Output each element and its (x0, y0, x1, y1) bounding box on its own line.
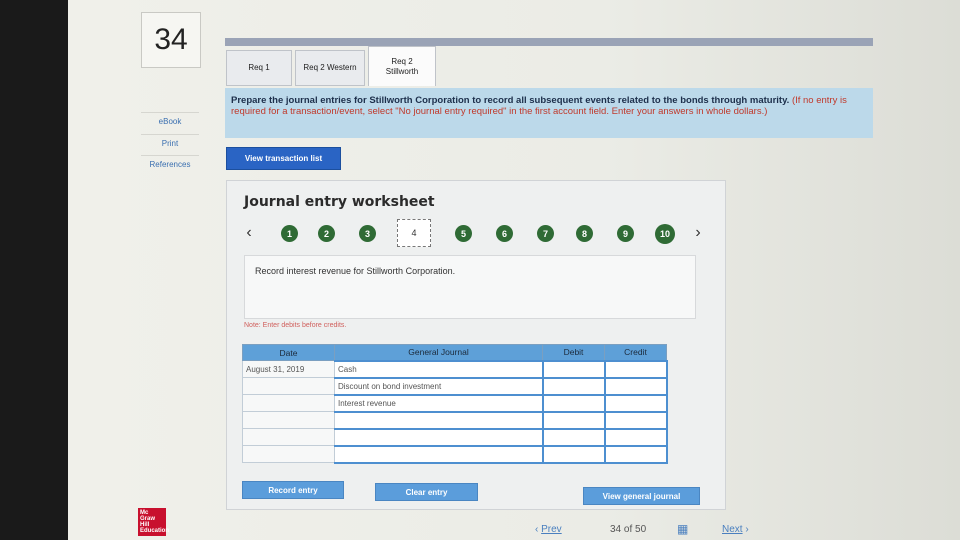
debit-field[interactable] (541, 393, 606, 413)
print-link[interactable]: Print (141, 134, 199, 152)
account-field[interactable]: Cash (334, 359, 544, 379)
col-debit: Debit (542, 344, 605, 361)
view-transaction-list-button[interactable]: View transaction list (226, 147, 341, 170)
tab-req-2-western[interactable]: Req 2 Western (295, 50, 365, 86)
record-entry-button[interactable]: Record entry (242, 481, 344, 499)
instructions-panel: Prepare the journal entries for Stillwor… (225, 88, 873, 138)
entry-note: Note: Enter debits before credits. (244, 322, 347, 329)
clear-entry-button[interactable]: Clear entry (375, 483, 478, 501)
chevron-right-icon: › (745, 524, 749, 535)
table-row: August 31, 2019 Cash (242, 359, 668, 379)
account-field[interactable] (334, 427, 544, 447)
step-4-current[interactable]: 4 (397, 219, 431, 247)
account-field[interactable] (334, 410, 544, 430)
credit-field[interactable] (603, 410, 668, 430)
transaction-description: Record interest revenue for Stillworth C… (244, 255, 696, 319)
col-date: Date (242, 344, 335, 361)
account-field[interactable]: Discount on bond investment (334, 376, 544, 396)
date-cell (242, 394, 335, 412)
debit-field[interactable] (541, 410, 606, 430)
ebook-link[interactable]: eBook (141, 112, 199, 130)
credit-field[interactable] (603, 427, 668, 447)
step-3[interactable]: 3 (359, 225, 376, 242)
prev-label: Prev (541, 524, 562, 535)
account-field[interactable] (334, 444, 544, 464)
date-cell (242, 428, 335, 446)
page-indicator: 34 of 50 (610, 524, 646, 535)
debit-field[interactable] (541, 444, 606, 464)
date-cell: August 31, 2019 (242, 360, 335, 378)
page-of: of (623, 524, 633, 535)
step-2[interactable]: 2 (318, 225, 335, 242)
table-row (242, 410, 668, 430)
col-credit: Credit (604, 344, 667, 361)
question-number: 34 (141, 12, 201, 68)
tab-label: Req 2 Stillworth (385, 56, 419, 76)
step-10[interactable]: 10 (655, 224, 675, 244)
chevron-left-icon: ‹ (535, 524, 539, 535)
page-total: 50 (635, 524, 647, 535)
page-current: 34 (610, 524, 622, 535)
table-row: Interest revenue (242, 393, 668, 413)
table-row (242, 427, 668, 447)
mcgraw-hill-logo: Mc Graw Hill Education (138, 508, 170, 536)
tab-req-1[interactable]: Req 1 (226, 50, 292, 86)
step-8[interactable]: 8 (576, 225, 593, 242)
prev-page-link[interactable]: ‹ Prev (535, 524, 562, 535)
debit-field[interactable] (541, 376, 606, 396)
step-6[interactable]: 6 (496, 225, 513, 242)
journal-entry-table: Date General Journal Debit Credit August… (242, 344, 668, 464)
credit-field[interactable] (603, 376, 668, 396)
date-cell (242, 411, 335, 429)
date-cell (242, 445, 335, 463)
debit-field[interactable] (541, 427, 606, 447)
grid-icon[interactable]: ▦ (677, 522, 688, 536)
worksheet-title: Journal entry worksheet (244, 194, 435, 210)
tab-req-2-stillworth[interactable]: Req 2 Stillworth (368, 46, 436, 86)
tab-bar (225, 38, 873, 46)
step-1[interactable]: 1 (281, 225, 298, 242)
account-field[interactable]: Interest revenue (334, 393, 544, 413)
step-7[interactable]: 7 (537, 225, 554, 242)
table-row: Discount on bond investment (242, 376, 668, 396)
next-label: Next (722, 524, 743, 535)
next-step-icon[interactable]: › (689, 224, 707, 242)
credit-field[interactable] (603, 359, 668, 379)
credit-field[interactable] (603, 393, 668, 413)
step-5[interactable]: 5 (455, 225, 472, 242)
col-general-journal: General Journal (334, 344, 543, 361)
table-row (242, 444, 668, 464)
debit-field[interactable] (541, 359, 606, 379)
references-link[interactable]: References (141, 155, 199, 173)
instructions-main: Prepare the journal entries for Stillwor… (231, 95, 790, 106)
view-general-journal-button[interactable]: View general journal (583, 487, 700, 505)
step-9[interactable]: 9 (617, 225, 634, 242)
prev-step-icon[interactable]: ‹ (240, 224, 258, 242)
date-cell (242, 377, 335, 395)
credit-field[interactable] (603, 444, 668, 464)
next-page-link[interactable]: Next › (722, 524, 749, 535)
